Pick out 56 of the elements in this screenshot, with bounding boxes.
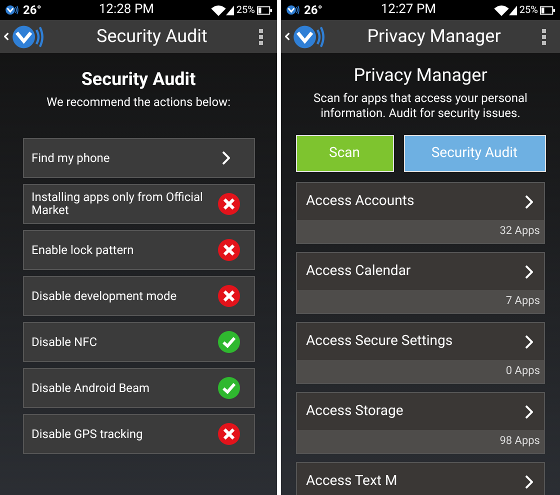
audit-item-label: Installing apps only from Official Market: [32, 191, 204, 217]
temperature: 26°: [23, 2, 42, 19]
app-count: 0 Apps: [506, 363, 540, 380]
permission-card[interactable]: Access Accounts 32 Apps: [296, 182, 545, 244]
permission-label: Access Secure Settings: [306, 332, 454, 351]
audit-item[interactable]: Find my phone: [22, 138, 254, 178]
chevron-right-icon: [525, 474, 533, 488]
audit-item[interactable]: Enable lock pattern: [22, 230, 254, 270]
battery-percent: 25%: [519, 4, 538, 18]
chevron-right-icon: [525, 334, 533, 348]
signal-icon: [509, 4, 518, 16]
permission-label: Access Storage: [306, 402, 404, 421]
battery-icon: [257, 6, 272, 14]
audit-item-label: Enable lock pattern: [32, 244, 135, 256]
back-icon[interactable]: [285, 32, 290, 41]
permission-card[interactable]: Access Storage 98 Apps: [296, 392, 545, 454]
page-subtitle: Scan for apps that access your personal information. Audit for security issues.: [312, 91, 528, 121]
clock-time: 12:27 PM: [380, 1, 438, 20]
overflow-menu-icon[interactable]: [259, 28, 263, 44]
audit-item[interactable]: Disable Android Beam: [22, 368, 254, 408]
audit-item-label: Find my phone: [32, 152, 111, 164]
permission-card[interactable]: Access Calendar 7 Apps: [296, 252, 545, 314]
audit-item-label: Disable NFC: [32, 336, 98, 348]
app-bar-title: Privacy Manager: [366, 25, 502, 49]
chevron-right-icon: [525, 264, 533, 278]
permission-label: Access Accounts: [306, 192, 416, 211]
permission-card[interactable]: Access Text M: [296, 462, 545, 495]
chevron-right-icon: [525, 404, 533, 418]
chevron-right-icon: [222, 151, 230, 165]
page-heading: Security Audit: [81, 68, 196, 92]
overflow-menu-icon[interactable]: [542, 28, 546, 44]
audit-item-label: Disable development mode: [32, 290, 178, 302]
app-count: 98 Apps: [500, 433, 540, 450]
temperature: 26°: [304, 2, 322, 19]
permission-label: Access Text M: [306, 472, 398, 491]
audit-item[interactable]: Disable development mode: [22, 276, 254, 316]
app-count: 7 Apps: [506, 293, 540, 310]
page-heading: Privacy Manager: [354, 64, 488, 88]
audit-item[interactable]: Disable GPS tracking: [22, 414, 254, 454]
audit-item[interactable]: Installing apps only from Official Market: [22, 184, 254, 224]
shield-logo-icon: [286, 4, 300, 16]
permission-label: Access Calendar: [306, 262, 412, 281]
page-subtitle: We recommend the actions below:: [46, 94, 230, 111]
battery-percent: 25%: [236, 4, 255, 18]
app-bar-title: Security Audit: [96, 25, 208, 49]
app-count: 32 Apps: [500, 223, 540, 240]
permission-card[interactable]: Access Secure Settings 0 Apps: [296, 322, 545, 384]
audit-item-label: Disable Android Beam: [32, 382, 151, 394]
audit-item[interactable]: Disable NFC: [22, 322, 254, 362]
clock-time: 12:28 PM: [98, 1, 156, 20]
battery-icon: [540, 6, 555, 14]
back-icon[interactable]: [4, 32, 9, 41]
audit-item-label: Disable GPS tracking: [32, 428, 144, 440]
shield-logo-icon: [5, 4, 19, 16]
signal-icon: [226, 4, 234, 16]
chevron-right-icon: [525, 194, 533, 208]
